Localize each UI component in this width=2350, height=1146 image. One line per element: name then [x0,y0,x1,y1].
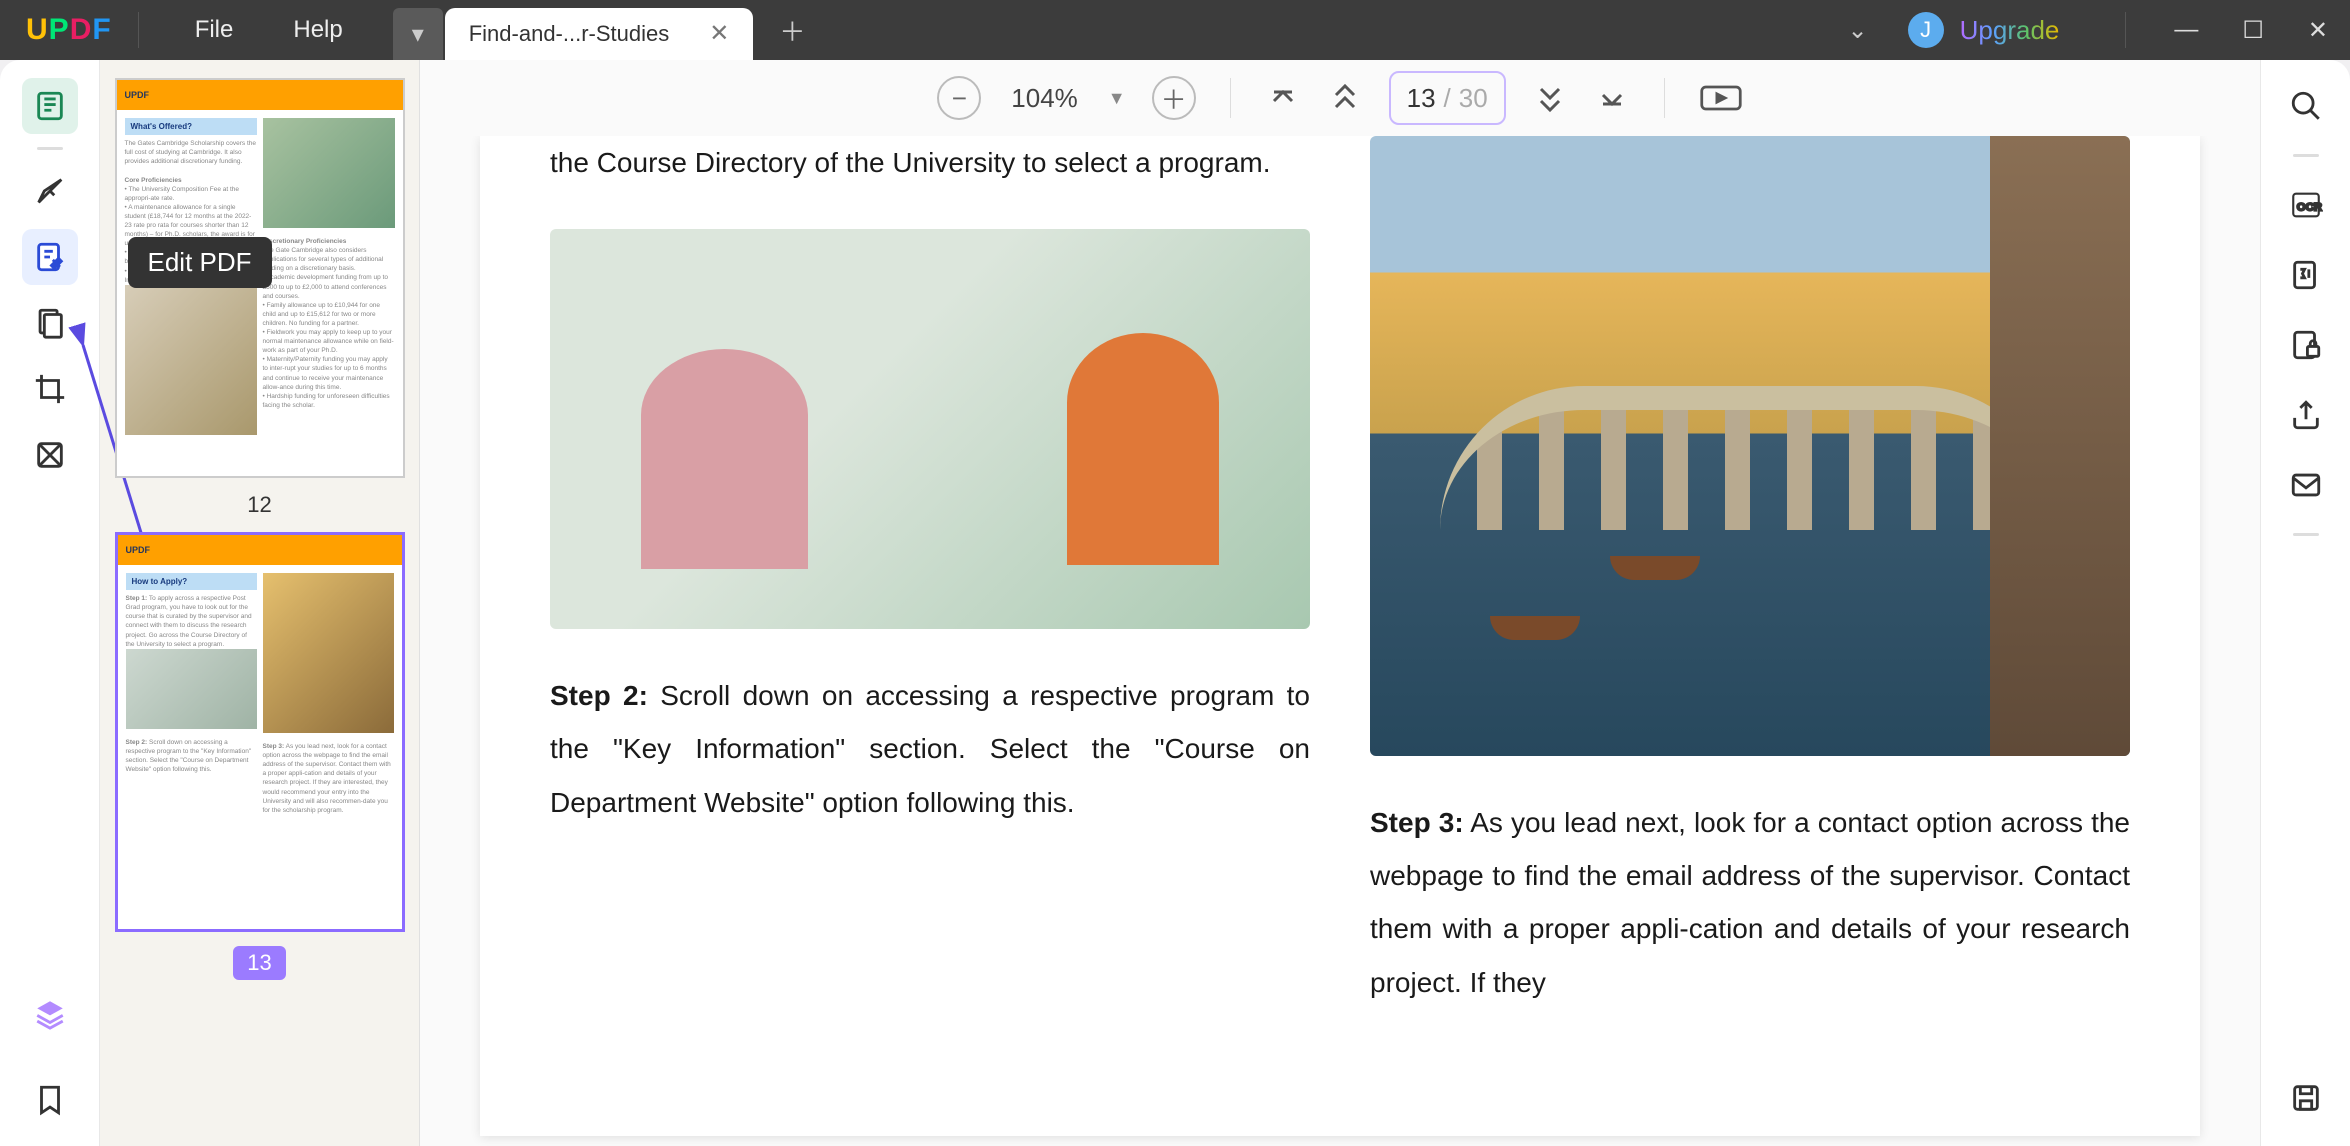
upgrade-button[interactable]: Upgrade [1960,15,2060,46]
edit-pdf-tooltip: Edit PDF [128,237,272,288]
crop-tool[interactable] [22,361,78,417]
first-page-icon[interactable] [1265,80,1301,116]
main-area: − 104% ▼ ＋ 13 / 30 [420,60,2260,1146]
thumbnail-page-13[interactable]: UPDF How to Apply? Step 1: To apply acro… [115,532,405,932]
thumbnail-number: 12 [247,492,271,518]
menu-help[interactable]: Help [263,16,372,44]
thumbnail-panel[interactable]: UPDF What's Offered? The Gates Cambridge… [100,60,420,1146]
zoom-dropdown-icon[interactable]: ▼ [1108,88,1126,109]
edit-pdf-tool[interactable]: Edit PDF [22,229,78,285]
zoom-out-button[interactable]: − [937,76,981,120]
top-toolbar: − 104% ▼ ＋ 13 / 30 [420,60,2260,136]
user-avatar[interactable]: J [1908,12,1944,48]
window-maximize[interactable]: ☐ [2242,16,2264,45]
page-input[interactable]: 13 / 30 [1389,71,1506,125]
tab-active[interactable]: Find-and-...r-Studies ✕ [445,8,754,60]
figure-students [550,229,1310,629]
save-icon[interactable] [2278,1070,2334,1126]
layers-tool[interactable] [22,986,78,1042]
menu-file[interactable]: File [165,16,264,44]
separator [1230,78,1231,118]
email-icon[interactable] [2278,457,2334,513]
separator [37,147,63,150]
svg-text:OCR: OCR [2296,202,2321,214]
separator [138,12,139,48]
separator [1664,78,1665,118]
bookmark-tool[interactable] [22,1072,78,1128]
body-text: Step 3: As you lead next, look for a con… [1370,796,2130,1009]
organize-pages-tool[interactable] [22,295,78,351]
thumbnail-number: 13 [233,946,285,980]
page-total: 30 [1459,83,1488,114]
document-viewport[interactable]: the Course Directory of the University t… [420,136,2260,1146]
redact-tool[interactable] [22,427,78,483]
tab-title: Find-and-...r-Studies [469,21,670,47]
figure-bridge [1370,136,2130,756]
convert-icon[interactable] [2278,247,2334,303]
separator [2293,533,2319,536]
pdf-page: the Course Directory of the University t… [480,136,2200,1136]
body-text: the Course Directory of the University t… [550,136,1310,189]
tab-overflow[interactable]: ▾ [393,8,443,60]
separator [2125,12,2126,48]
zoom-value: 104% [1011,83,1078,114]
prev-page-icon[interactable] [1327,80,1363,116]
window-close[interactable]: ✕ [2308,16,2328,45]
page-current: 13 [1407,83,1436,114]
new-tab-button[interactable]: ＋ [779,12,805,49]
slideshow-icon[interactable] [1699,80,1743,116]
ocr-icon[interactable]: OCR [2278,177,2334,233]
share-icon[interactable] [2278,387,2334,443]
left-sidebar: Edit PDF [0,60,100,1146]
zoom-in-button[interactable]: ＋ [1152,76,1196,120]
separator [2293,154,2319,157]
tab-close-icon[interactable]: ✕ [709,22,729,46]
reader-tool[interactable] [22,78,78,134]
search-icon[interactable] [2278,78,2334,134]
last-page-icon[interactable] [1594,80,1630,116]
titlebar: UPDF File Help ▾ Find-and-...r-Studies ✕… [0,0,2350,60]
body-text: Step 2: Scroll down on accessing a respe… [550,669,1310,829]
comment-tool[interactable] [22,163,78,219]
tab-history-button[interactable]: ⌄ [1848,16,1868,45]
app-logo: UPDF [26,13,112,47]
next-page-icon[interactable] [1532,80,1568,116]
protect-icon[interactable] [2278,317,2334,373]
page-separator: / [1444,83,1451,114]
window-minimize[interactable]: — [2174,16,2198,44]
right-sidebar: OCR [2260,60,2350,1146]
